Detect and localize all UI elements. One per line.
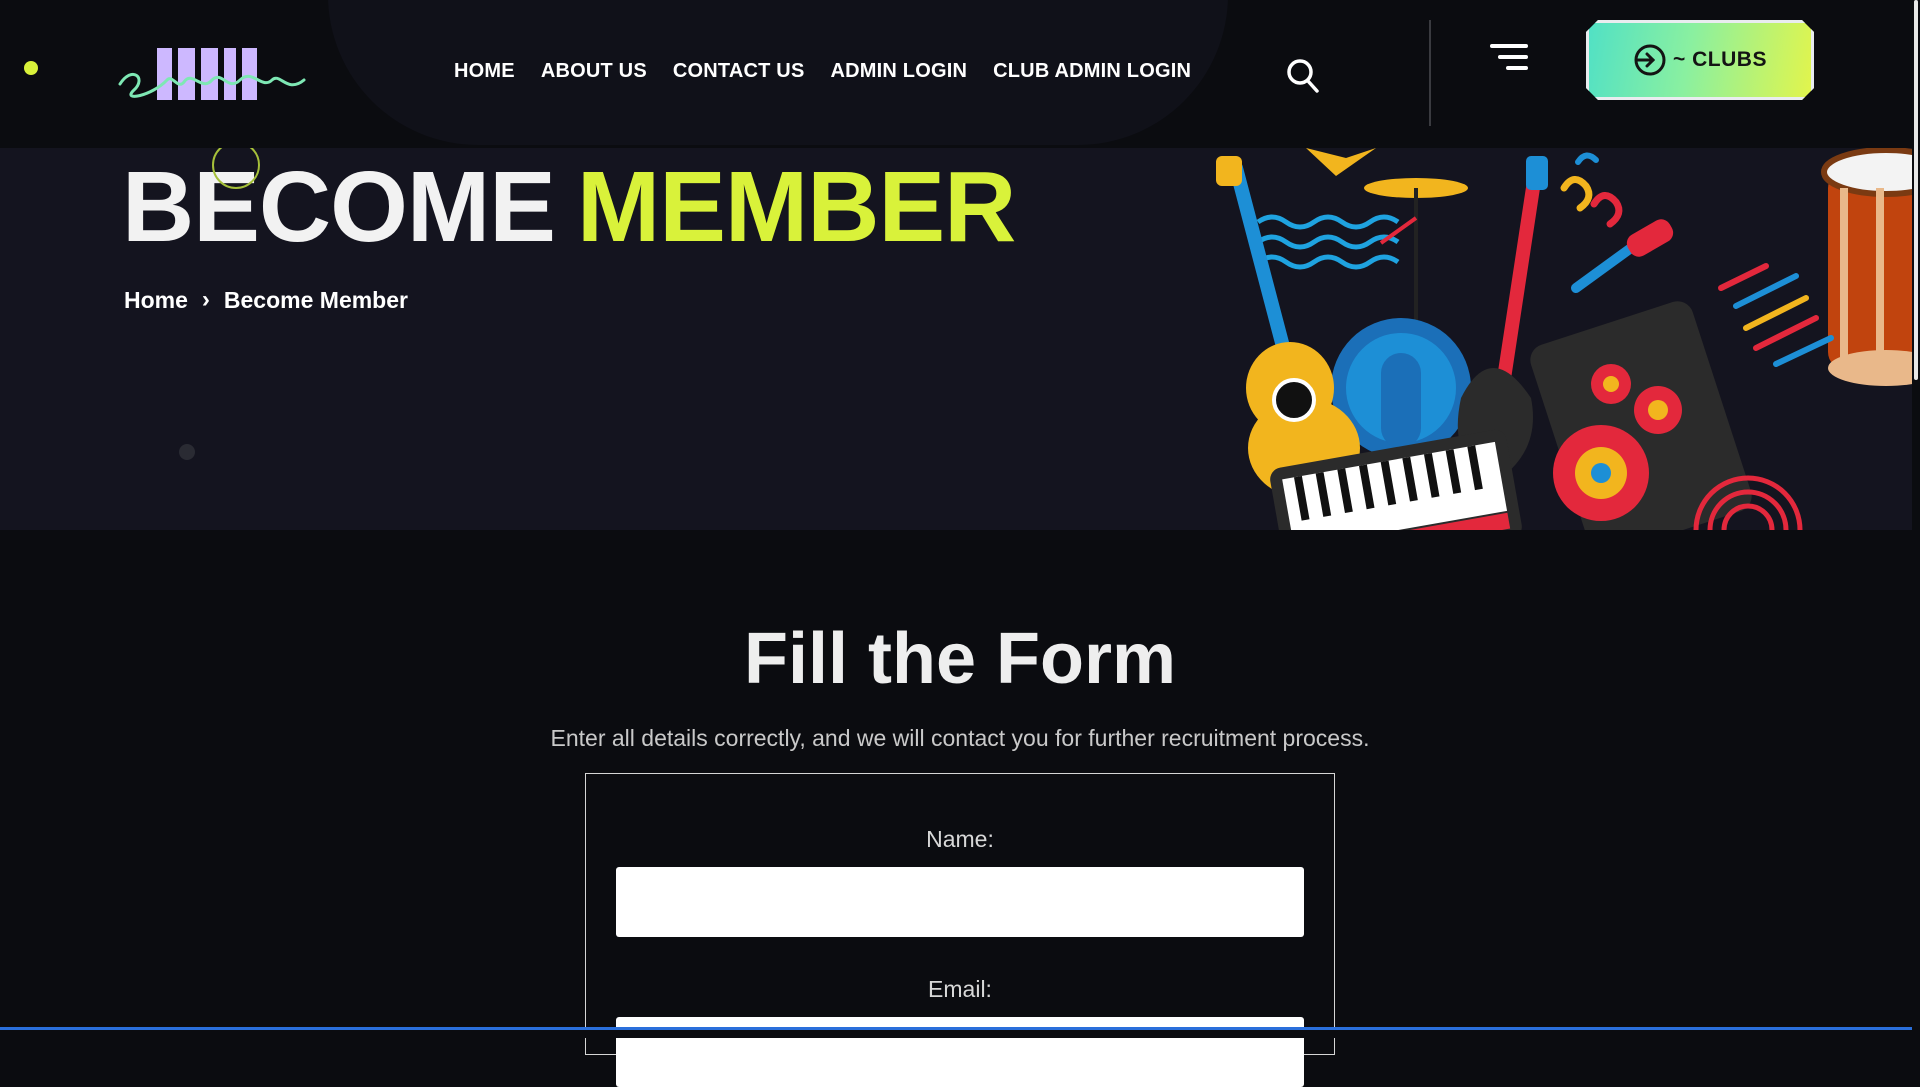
- nav-admin-login[interactable]: ADMIN LOGIN: [830, 60, 967, 83]
- login-arrow-icon: [1633, 43, 1667, 77]
- page-scrollbar[interactable]: [1912, 0, 1920, 1038]
- breadcrumb: Home › Become Member: [124, 286, 408, 314]
- scrollbar-thumb[interactable]: [1914, 0, 1918, 380]
- search-icon[interactable]: [1286, 58, 1320, 94]
- form-subtitle: Enter all details correctly, and we will…: [550, 725, 1370, 751]
- decorative-dot: [179, 444, 195, 460]
- hamburger-menu-icon[interactable]: [1486, 44, 1528, 78]
- member-form: Name: Email:: [585, 773, 1335, 1087]
- site-logo[interactable]: [112, 40, 312, 110]
- page-title-part1: BECOME: [122, 151, 556, 263]
- chevron-right-icon: ›: [201, 286, 210, 313]
- bottom-bar: [0, 1030, 1920, 1038]
- email-label: Email:: [928, 976, 992, 1002]
- page-banner: BECOME MEMBER Home › Become Member: [0, 148, 1920, 530]
- decorative-ring: [212, 141, 260, 189]
- header-divider: [1429, 20, 1431, 126]
- decorative-dot: [24, 61, 38, 75]
- nav-home[interactable]: HOME: [454, 60, 515, 83]
- name-label: Name:: [926, 826, 994, 852]
- nav-club-admin-login[interactable]: CLUB ADMIN LOGIN: [993, 60, 1191, 83]
- name-input[interactable]: [616, 867, 1304, 937]
- breadcrumb-home[interactable]: Home: [124, 287, 188, 314]
- clubs-button[interactable]: ~ CLUBS: [1586, 20, 1814, 100]
- clubs-button-label: ~ CLUBS: [1673, 48, 1767, 71]
- nav-about-us[interactable]: ABOUT US: [541, 60, 647, 83]
- main-nav: HOME ABOUT US CONTACT US ADMIN LOGIN CLU…: [454, 60, 1191, 83]
- form-title: Fill the Form: [744, 619, 1176, 699]
- music-instruments-illustration: [1216, 148, 1920, 530]
- breadcrumb-current: Become Member: [223, 286, 408, 313]
- site-header: HOME ABOUT US CONTACT US ADMIN LOGIN CLU…: [0, 0, 1920, 148]
- nav-contact-us[interactable]: CONTACT US: [673, 60, 805, 83]
- page-title-part2: MEMBER: [576, 151, 1016, 263]
